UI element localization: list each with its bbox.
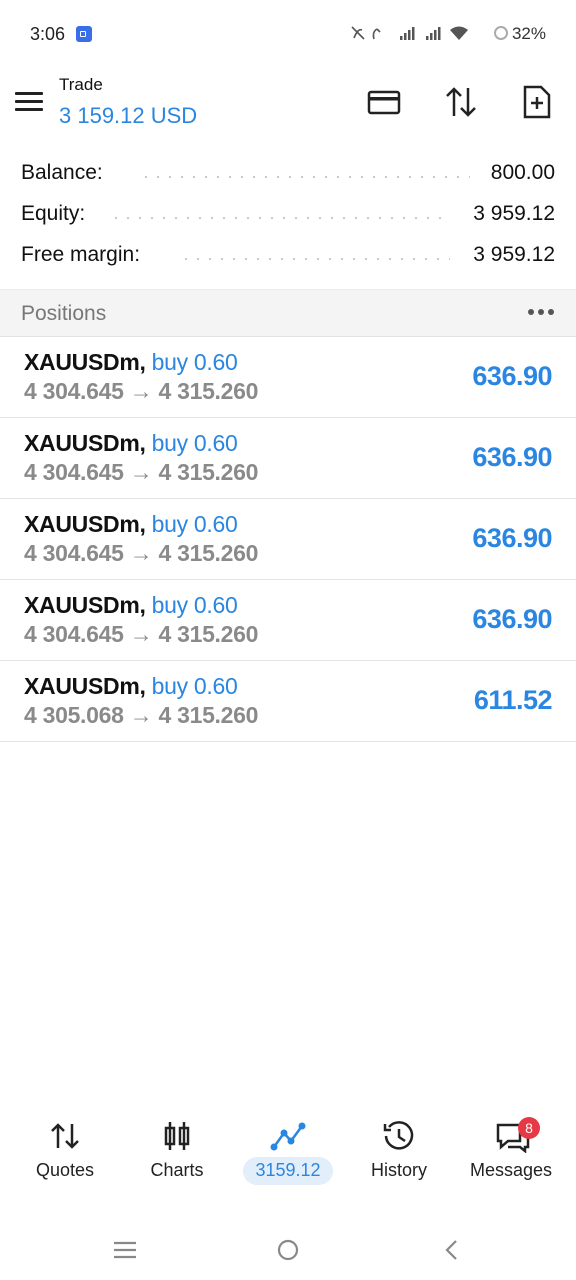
system-navigation bbox=[0, 1222, 576, 1280]
dotted-leader bbox=[110, 217, 450, 219]
signal-wifi-icons bbox=[351, 26, 468, 40]
free-margin-value: 3 959.12 bbox=[473, 243, 555, 266]
positions-header: Positions bbox=[0, 289, 576, 337]
status-time: 3:06 bbox=[30, 24, 66, 44]
position-profit: 611.52 bbox=[473, 685, 553, 715]
position-row[interactable]: XAUUSDm, buy 0.60 4 305.068 → 4 315.260 … bbox=[0, 661, 576, 742]
free-margin-row: Free margin: 3 959.12 bbox=[0, 237, 576, 278]
trade-icon bbox=[233, 1119, 343, 1153]
position-row[interactable]: XAUUSDm, buy 0.60 4 304.645 → 4 315.260 … bbox=[0, 337, 576, 418]
nav-history[interactable]: History bbox=[344, 1105, 454, 1195]
position-title: XAUUSDm, buy 0.60 bbox=[24, 349, 238, 376]
home-icon[interactable] bbox=[268, 1234, 308, 1266]
nav-charts-label: Charts bbox=[150, 1160, 204, 1180]
nav-quotes-label: Quotes bbox=[35, 1160, 95, 1180]
position-symbol: XAUUSDm, bbox=[24, 673, 146, 699]
nav-trade[interactable]: 3159.12 bbox=[233, 1105, 343, 1195]
position-direction: buy 0.60 bbox=[151, 592, 238, 618]
position-prices: 4 304.645 → 4 315.260 bbox=[24, 378, 259, 404]
nav-charts[interactable]: Charts bbox=[122, 1105, 232, 1195]
recent-apps-icon[interactable] bbox=[105, 1234, 145, 1266]
position-profit: 636.90 bbox=[472, 442, 552, 472]
video-call-icon bbox=[76, 26, 92, 42]
position-prices: 4 305.068 → 4 315.260 bbox=[24, 702, 259, 728]
free-margin-label: Free margin: bbox=[21, 243, 141, 266]
nav-trade-label: 3159.12 bbox=[255, 1160, 321, 1180]
dotted-leader bbox=[180, 258, 450, 260]
nav-history-label: History bbox=[370, 1160, 427, 1180]
balance-value: 800.00 bbox=[490, 161, 555, 184]
position-direction: buy 0.60 bbox=[151, 511, 238, 537]
position-symbol: XAUUSDm, bbox=[24, 430, 146, 456]
battery-level: 32% bbox=[511, 24, 546, 43]
account-summary: Balance: 800.00 Equity: 3 959.12 Free ma… bbox=[0, 155, 576, 278]
equity-row: Equity: 3 959.12 bbox=[0, 196, 576, 237]
history-icon bbox=[344, 1119, 454, 1153]
position-prices: 4 304.645 → 4 315.260 bbox=[24, 621, 259, 647]
position-title: XAUUSDm, buy 0.60 bbox=[24, 430, 238, 457]
status-icons bbox=[350, 24, 470, 48]
positions-title: Positions bbox=[21, 302, 107, 325]
position-title: XAUUSDm, buy 0.60 bbox=[24, 511, 238, 538]
more-options-icon[interactable] bbox=[528, 307, 554, 317]
quotes-icon bbox=[10, 1119, 120, 1153]
dotted-leader bbox=[140, 176, 470, 178]
position-direction: buy 0.60 bbox=[151, 673, 238, 699]
app-header: Trade 3 159.12 USD bbox=[0, 70, 576, 150]
charts-icon bbox=[122, 1119, 232, 1153]
position-profit: 636.90 bbox=[472, 361, 552, 391]
position-row[interactable]: XAUUSDm, buy 0.60 4 304.645 → 4 315.260 … bbox=[0, 418, 576, 499]
messages-icon bbox=[456, 1119, 566, 1154]
position-profit: 636.90 bbox=[472, 523, 552, 553]
back-icon[interactable] bbox=[431, 1234, 471, 1266]
position-symbol: XAUUSDm, bbox=[24, 592, 146, 618]
loading-icon bbox=[494, 26, 508, 40]
nav-quotes[interactable]: Quotes bbox=[10, 1105, 120, 1195]
position-title: XAUUSDm, buy 0.60 bbox=[24, 673, 238, 700]
position-row[interactable]: XAUUSDm, buy 0.60 4 304.645 → 4 315.260 … bbox=[0, 499, 576, 580]
page-title: Trade bbox=[59, 75, 103, 94]
position-symbol: XAUUSDm, bbox=[24, 349, 146, 375]
position-symbol: XAUUSDm, bbox=[24, 511, 146, 537]
position-prices: 4 304.645 → 4 315.260 bbox=[24, 459, 259, 485]
nav-messages[interactable]: 8 Messages bbox=[456, 1105, 566, 1195]
account-profit: 3 159.12 USD bbox=[59, 103, 198, 128]
bottom-navigation: Quotes Charts 3159.12 History 8 Messages bbox=[0, 1105, 576, 1205]
messages-badge: 8 bbox=[518, 1117, 540, 1139]
new-order-icon[interactable] bbox=[519, 84, 555, 120]
equity-label: Equity: bbox=[21, 202, 86, 225]
sort-icon[interactable] bbox=[443, 84, 479, 120]
balance-label: Balance: bbox=[21, 161, 103, 184]
nav-messages-label: Messages bbox=[469, 1160, 553, 1180]
position-profit: 636.90 bbox=[472, 604, 552, 634]
card-icon[interactable] bbox=[366, 84, 402, 120]
equity-value: 3 959.12 bbox=[473, 202, 555, 225]
position-direction: buy 0.60 bbox=[151, 349, 238, 375]
position-prices: 4 304.645 → 4 315.260 bbox=[24, 540, 259, 566]
position-direction: buy 0.60 bbox=[151, 430, 238, 456]
position-row[interactable]: XAUUSDm, buy 0.60 4 304.645 → 4 315.260 … bbox=[0, 580, 576, 661]
positions-list: XAUUSDm, buy 0.60 4 304.645 → 4 315.260 … bbox=[0, 337, 576, 742]
menu-icon[interactable] bbox=[15, 92, 43, 112]
position-title: XAUUSDm, buy 0.60 bbox=[24, 592, 238, 619]
status-bar: 3:06 32% bbox=[0, 0, 576, 70]
balance-row: Balance: 800.00 bbox=[0, 155, 576, 196]
